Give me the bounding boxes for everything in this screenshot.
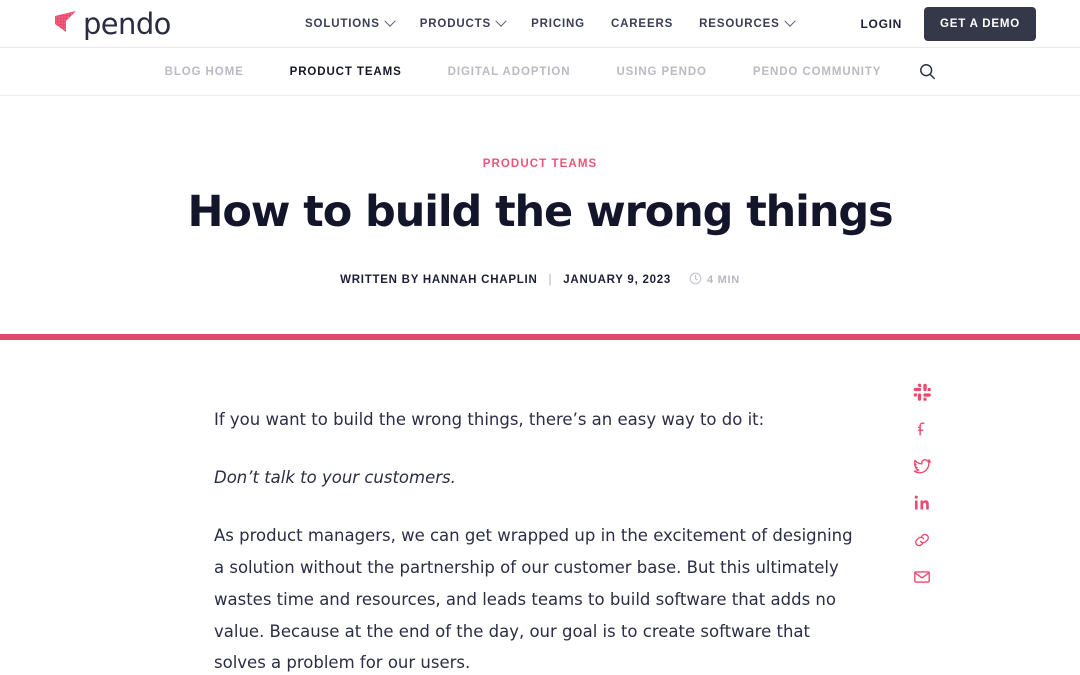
nav-item-resources[interactable]: RESOURCES — [699, 15, 796, 30]
subnav-item-using-pendo[interactable]: USING PENDO — [616, 66, 706, 78]
article-paragraph-emphasis: Don’t talk to your customers. — [214, 468, 456, 488]
nav-item-solutions[interactable]: SOLUTIONS — [305, 15, 396, 30]
byline-separator: | — [548, 274, 553, 287]
subnav-item-product-teams[interactable]: PRODUCT TEAMS — [290, 66, 402, 78]
slack-icon[interactable] — [910, 380, 934, 404]
page-title: How to build the wrong things — [187, 187, 893, 237]
chevron-down-icon — [783, 15, 796, 27]
article-read-time: 4 MIN — [689, 272, 740, 288]
chevron-down-icon — [384, 15, 396, 27]
article-category-eyebrow[interactable]: PRODUCT TEAMS — [483, 158, 598, 170]
nav-item-products[interactable]: PRODUCTS — [419, 15, 507, 30]
subnav-item-pendo-community[interactable]: PENDO COMMUNITY — [753, 66, 882, 78]
search-icon[interactable] — [916, 61, 938, 83]
article-read-time-label: 4 MIN — [707, 274, 740, 287]
article-paragraph: As product managers, we can get wrapped … — [214, 525, 853, 673]
blog-category-navigation: BLOG HOME PRODUCT TEAMS DIGITAL ADOPTION… — [0, 48, 1080, 96]
nav-item-resources-label: RESOURCES — [699, 18, 780, 30]
nav-item-careers[interactable]: CAREERS — [611, 18, 673, 30]
twitter-icon[interactable] — [910, 454, 934, 478]
subnav-item-digital-adoption[interactable]: DIGITAL ADOPTION — [448, 66, 571, 78]
article-hero: PRODUCT TEAMS How to build the wrong thi… — [0, 96, 1080, 335]
nav-item-careers-label: CAREERS — [610, 18, 674, 30]
main-menu: SOLUTIONS PRODUCTS PRICING CAREERS RESOU… — [305, 0, 796, 48]
pendo-logo-text: pendo — [83, 7, 171, 41]
pendo-logo[interactable]: pendo — [52, 7, 171, 41]
nav-item-solutions-label: SOLUTIONS — [305, 18, 380, 30]
pendo-arrow-logo-icon — [52, 7, 82, 42]
article-content-column: If you want to build the wrong things, t… — [214, 404, 866, 675]
login-link[interactable]: LOGIN — [861, 17, 903, 31]
email-icon[interactable] — [910, 565, 934, 589]
clock-icon — [689, 272, 702, 288]
linkedin-icon[interactable] — [910, 491, 934, 515]
article-byline: WRITTEN BY HANNAH CHAPLIN | JANUARY 9, 2… — [0, 272, 1080, 288]
social-share-rail — [910, 380, 934, 589]
nav-item-pricing-label: PRICING — [531, 18, 585, 30]
top-navigation-bar: pendo SOLUTIONS PRODUCTS PRICING CAREERS… — [0, 0, 1080, 48]
get-a-demo-button[interactable]: GET A DEMO — [924, 7, 1036, 41]
chevron-down-icon — [495, 15, 507, 27]
article-body-area: If you want to build the wrong things, t… — [0, 340, 1080, 675]
subnav-item-blog-home[interactable]: BLOG HOME — [165, 66, 244, 78]
article-category-eyebrow-wrap: PRODUCT TEAMS — [0, 154, 1080, 189]
article-paragraph: If you want to build the wrong things, t… — [214, 410, 765, 430]
article-author: WRITTEN BY HANNAH CHAPLIN — [340, 274, 538, 287]
nav-item-products-label: PRODUCTS — [419, 18, 492, 30]
link-icon[interactable] — [910, 528, 934, 552]
nav-actions: LOGIN GET A DEMO — [861, 0, 1036, 48]
nav-item-pricing[interactable]: PRICING — [531, 18, 585, 30]
facebook-icon[interactable] — [910, 417, 934, 441]
article-date: JANUARY 9, 2023 — [563, 274, 672, 287]
